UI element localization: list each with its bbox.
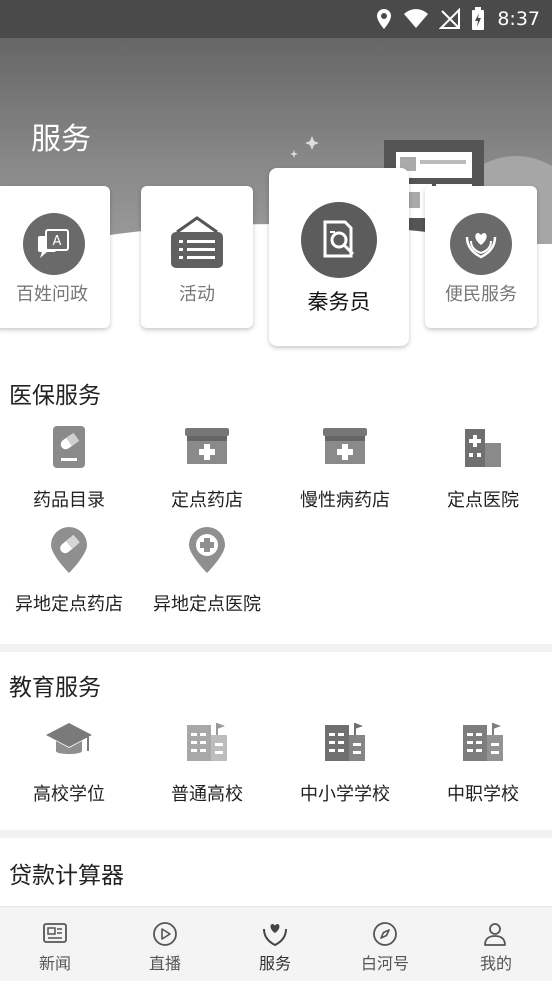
tab-mine[interactable]: 我的 xyxy=(440,907,552,981)
tab-baihe-account[interactable]: 白河号 xyxy=(330,907,440,981)
bottom-tab-bar: 新闻 直播 服务 白河号 我的 xyxy=(0,906,552,981)
card-label: 百姓问政 xyxy=(16,284,88,305)
tab-label: 直播 xyxy=(148,954,181,973)
tab-label: 新闻 xyxy=(38,954,71,973)
section-divider xyxy=(0,644,552,652)
card-icon-circle xyxy=(301,202,377,278)
calendar-list-icon xyxy=(171,216,223,268)
battery-charging-icon xyxy=(472,7,485,30)
grid-item-label: 中职学校 xyxy=(447,784,519,805)
grid-item-label: 药品目录 xyxy=(33,490,105,511)
wifi-icon xyxy=(404,9,429,28)
tab-service[interactable]: 服务 xyxy=(220,907,330,981)
svg-text:A: A xyxy=(53,234,62,249)
tab-label: 我的 xyxy=(479,954,512,973)
card-label: 秦务员 xyxy=(307,290,371,314)
status-icons: 8:37 xyxy=(375,0,540,38)
school-building-icon xyxy=(325,723,365,761)
hands-heart-icon xyxy=(465,233,497,259)
tab-label: 白河号 xyxy=(360,954,409,973)
status-bar: 8:37 xyxy=(0,0,552,38)
pharmacy-icon xyxy=(323,428,367,464)
school-building-icon xyxy=(187,723,227,761)
grid-item-label: 异地定点医院 xyxy=(153,594,261,615)
section-loan-calculator[interactable]: 贷款计算器 xyxy=(0,838,552,906)
document-search-icon xyxy=(323,220,355,258)
pin-pill-icon xyxy=(51,527,87,573)
card-convenience-service[interactable]: 便民服务 xyxy=(425,186,537,328)
card-qinwuyuan[interactable]: 秦务员 xyxy=(269,168,409,346)
tab-news[interactable]: 新闻 xyxy=(0,907,110,981)
section-divider xyxy=(0,830,552,838)
card-icon-circle xyxy=(450,213,512,275)
card-activity[interactable]: 活动 xyxy=(141,186,253,328)
status-time: 8:37 xyxy=(497,8,540,30)
tab-label: 服务 xyxy=(258,954,291,973)
location-icon xyxy=(377,9,392,29)
grid-item-label: 定点医院 xyxy=(447,490,519,511)
section-medical: 医保服务 药品目录 定点药店 慢性病药店 定点医院 异地定点药店 异地定点医院 xyxy=(0,360,552,644)
user-icon xyxy=(484,923,506,946)
grid-item-label: 异地定点药店 xyxy=(15,594,123,615)
news-icon xyxy=(43,923,67,943)
card-baixing-wenzheng[interactable]: A 百姓问政 xyxy=(0,186,110,328)
school-building-icon xyxy=(463,723,503,761)
tab-live[interactable]: 直播 xyxy=(110,907,220,981)
grid-item-label: 中小学学校 xyxy=(300,784,390,805)
section-title: 贷款计算器 xyxy=(9,863,124,889)
chat-a-icon: A xyxy=(38,229,69,258)
section-education: 教育服务 高校学位 普通高校 中小学学校 中职学校 xyxy=(0,652,552,830)
grid-item-label: 慢性病药店 xyxy=(300,490,390,511)
service-heart-icon xyxy=(263,924,287,947)
section-title: 医保服务 xyxy=(9,383,101,409)
page-title: 服务 xyxy=(31,122,91,157)
graduation-cap-icon xyxy=(46,723,92,754)
card-icon-circle: A xyxy=(23,213,85,275)
pharmacy-icon xyxy=(185,428,229,464)
card-label: 活动 xyxy=(179,284,215,305)
pill-box-icon xyxy=(53,426,85,468)
play-icon xyxy=(153,922,177,946)
compass-icon xyxy=(373,922,397,946)
hospital-icon xyxy=(465,429,501,467)
grid-item-label: 高校学位 xyxy=(33,784,105,805)
grid-item-label: 定点药店 xyxy=(171,490,243,511)
section-title: 教育服务 xyxy=(9,675,101,701)
no-signal-icon xyxy=(439,8,461,29)
card-label: 便民服务 xyxy=(445,284,517,305)
pin-cross-icon xyxy=(189,527,225,573)
grid-item-label: 普通高校 xyxy=(171,784,243,805)
